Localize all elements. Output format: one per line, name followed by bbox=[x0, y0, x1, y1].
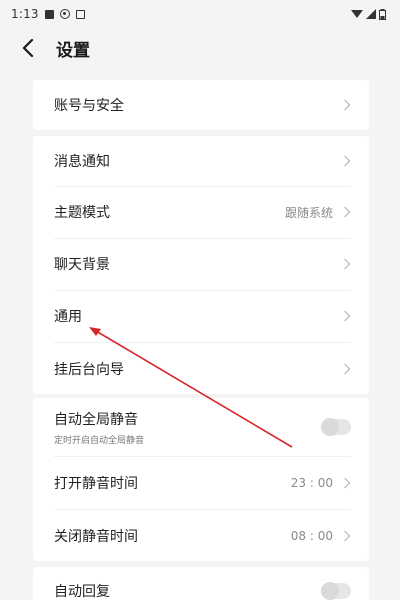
settings-item-label: 关闭静音时间 bbox=[54, 528, 138, 545]
status-right bbox=[351, 8, 386, 20]
settings-item-label: 账号与安全 bbox=[54, 98, 124, 114]
settings-item-mute-off-time[interactable]: 关闭静音时间 08 : 00 bbox=[33, 510, 369, 561]
settings-group-mute: 自动全局静音 定时开启自动全局静音 打开静音时间 23 : 00 关闭静音时间 … bbox=[33, 398, 369, 561]
settings-item-auto-mute[interactable]: 自动全局静音 定时开启自动全局静音 bbox=[33, 398, 369, 456]
settings-item-label: 自动全局静音 bbox=[54, 411, 138, 428]
mute-on-time-value: 23 : 00 bbox=[290, 476, 333, 490]
chevron-left-icon bbox=[22, 39, 34, 57]
settings-group-auto-reply: 自动回复 bbox=[33, 567, 369, 600]
settings-item-background-guide[interactable]: 挂后台向导 bbox=[33, 343, 369, 394]
chevron-right-icon bbox=[344, 477, 351, 489]
sound-icon bbox=[59, 9, 70, 19]
settings-group-account: 账号与安全 bbox=[33, 80, 369, 130]
settings-item-label: 主题模式 bbox=[54, 205, 110, 221]
status-bar: 1:13 bbox=[0, 0, 400, 28]
image-icon bbox=[44, 9, 54, 19]
settings-item-sublabel: 定时开启自动全局静音 bbox=[54, 435, 145, 446]
chevron-right-icon bbox=[344, 530, 351, 541]
status-left: 1:13 bbox=[11, 7, 85, 21]
settings-item-label: 自动回复 bbox=[54, 584, 110, 600]
settings-item-label: 聊天背景 bbox=[54, 257, 110, 273]
settings-item-account-security[interactable]: 账号与安全 bbox=[33, 80, 369, 130]
back-button[interactable] bbox=[16, 36, 40, 60]
settings-item-auto-reply[interactable]: 自动回复 bbox=[33, 567, 369, 600]
battery-icon bbox=[379, 8, 386, 20]
toggle-knob bbox=[321, 582, 339, 600]
settings-item-label: 消息通知 bbox=[54, 154, 110, 170]
chevron-right-icon bbox=[344, 206, 351, 218]
settings-item-chat-background[interactable]: 聊天背景 bbox=[33, 239, 369, 289]
page-title: 设置 bbox=[56, 40, 90, 61]
settings-item-label: 打开静音时间 bbox=[54, 476, 138, 492]
auto-reply-toggle[interactable] bbox=[321, 582, 351, 600]
header: 设置 bbox=[0, 28, 400, 68]
settings-group-general: 消息通知 主题模式 跟随系统 聊天背景 通用 挂后台向导 bbox=[33, 136, 369, 394]
chevron-right-icon bbox=[344, 99, 351, 111]
settings-item-label: 通用 bbox=[54, 309, 82, 325]
chevron-right-icon bbox=[344, 363, 351, 374]
settings-item-notifications[interactable]: 消息通知 bbox=[33, 136, 369, 186]
signal-icon bbox=[366, 9, 376, 19]
chevron-right-icon bbox=[344, 310, 351, 322]
settings-item-general[interactable]: 通用 bbox=[33, 291, 369, 341]
auto-mute-toggle[interactable] bbox=[321, 418, 351, 436]
notification-icon bbox=[75, 9, 85, 19]
chevron-right-icon bbox=[344, 258, 351, 270]
theme-mode-value: 跟随系统 bbox=[284, 205, 333, 220]
chevron-right-icon bbox=[344, 155, 351, 167]
status-time: 1:13 bbox=[11, 7, 39, 21]
settings-item-theme-mode[interactable]: 主题模式 跟随系统 bbox=[33, 187, 369, 237]
settings-item-label: 挂后台向导 bbox=[54, 361, 124, 378]
wifi-icon bbox=[351, 10, 363, 18]
settings-item-mute-on-time[interactable]: 打开静音时间 23 : 00 bbox=[33, 457, 369, 509]
toggle-knob bbox=[321, 418, 339, 436]
auto-mute-text: 自动全局静音 定时开启自动全局静音 bbox=[54, 409, 144, 446]
mute-off-time-value: 08 : 00 bbox=[290, 528, 333, 543]
